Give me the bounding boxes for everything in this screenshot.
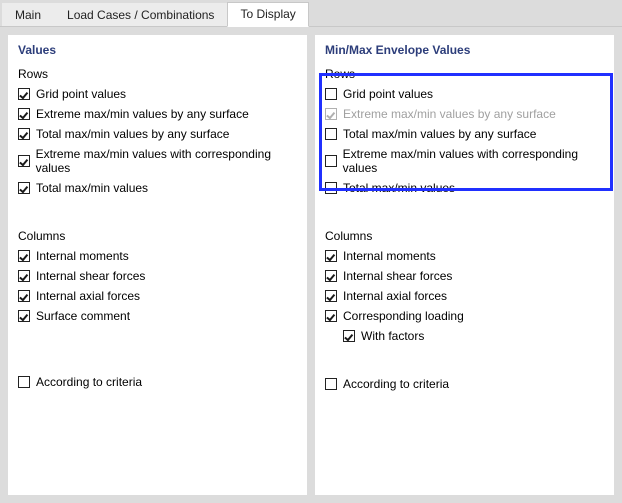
right-row-total-values-label: Total max/min values xyxy=(343,181,455,195)
left-row-extreme-corr[interactable]: Extreme max/min values with correspondin… xyxy=(18,147,297,175)
tab-to-display[interactable]: To Display xyxy=(227,2,308,27)
left-row-extreme-any-label: Extreme max/min values by any surface xyxy=(36,107,249,121)
tab-bar: Main Load Cases / Combinations To Displa… xyxy=(0,0,622,26)
checkbox-icon xyxy=(325,182,337,194)
checkbox-icon xyxy=(325,128,337,140)
right-col-axial-label: Internal axial forces xyxy=(343,289,447,303)
left-row-total-values-label: Total max/min values xyxy=(36,181,148,195)
columns-wrap: Values Rows Grid point values Extreme ma… xyxy=(8,35,614,495)
right-row-total-any[interactable]: Total max/min values by any surface xyxy=(325,127,604,141)
checkbox-icon xyxy=(325,88,337,100)
checkbox-icon xyxy=(325,108,337,120)
left-criteria-label: According to criteria xyxy=(36,375,142,389)
checkbox-icon xyxy=(18,376,30,388)
checkbox-icon xyxy=(18,310,30,322)
left-col-comment-label: Surface comment xyxy=(36,309,130,323)
left-row-total-any-label: Total max/min values by any surface xyxy=(36,127,229,141)
checkbox-icon xyxy=(18,128,30,140)
right-row-grid-point-label: Grid point values xyxy=(343,87,433,101)
right-col-moments[interactable]: Internal moments xyxy=(325,249,604,263)
left-row-extreme-corr-label: Extreme max/min values with correspondin… xyxy=(36,147,297,175)
window-root: Main Load Cases / Combinations To Displa… xyxy=(0,0,622,503)
left-col-comment[interactable]: Surface comment xyxy=(18,309,297,323)
right-col-with-factors[interactable]: With factors xyxy=(343,329,604,343)
left-row-grid-point[interactable]: Grid point values xyxy=(18,87,297,101)
checkbox-icon xyxy=(18,290,30,302)
left-col-shear-label: Internal shear forces xyxy=(36,269,145,283)
panel-values-title: Values xyxy=(18,43,297,57)
panel-values: Values Rows Grid point values Extreme ma… xyxy=(8,35,307,495)
left-col-axial-label: Internal axial forces xyxy=(36,289,140,303)
left-col-shear[interactable]: Internal shear forces xyxy=(18,269,297,283)
checkbox-icon xyxy=(343,330,355,342)
right-col-axial[interactable]: Internal axial forces xyxy=(325,289,604,303)
right-col-moments-label: Internal moments xyxy=(343,249,436,263)
content-area: Values Rows Grid point values Extreme ma… xyxy=(0,26,622,503)
right-row-extreme-corr-label: Extreme max/min values with correspondin… xyxy=(343,147,604,175)
right-row-grid-point[interactable]: Grid point values xyxy=(325,87,604,101)
right-row-total-values[interactable]: Total max/min values xyxy=(325,181,604,195)
panel-envelope: Min/Max Envelope Values Rows Grid point … xyxy=(315,35,614,495)
right-row-extreme-any: Extreme max/min values by any surface xyxy=(325,107,604,121)
right-col-shear[interactable]: Internal shear forces xyxy=(325,269,604,283)
right-col-with-factors-label: With factors xyxy=(361,329,424,343)
panel-envelope-title: Min/Max Envelope Values xyxy=(325,43,604,57)
left-columns-label: Columns xyxy=(18,229,297,243)
checkbox-icon xyxy=(325,290,337,302)
left-row-total-values[interactable]: Total max/min values xyxy=(18,181,297,195)
right-row-total-any-label: Total max/min values by any surface xyxy=(343,127,536,141)
checkbox-icon xyxy=(325,378,337,390)
right-columns-label: Columns xyxy=(325,229,604,243)
right-row-extreme-corr[interactable]: Extreme max/min values with correspondin… xyxy=(325,147,604,175)
checkbox-icon xyxy=(325,155,337,167)
left-criteria[interactable]: According to criteria xyxy=(18,375,297,389)
checkbox-icon xyxy=(325,250,337,262)
right-col-corresponding-loading[interactable]: Corresponding loading xyxy=(325,309,604,323)
left-col-axial[interactable]: Internal axial forces xyxy=(18,289,297,303)
right-criteria[interactable]: According to criteria xyxy=(325,377,604,391)
checkbox-icon xyxy=(18,250,30,262)
left-row-total-any[interactable]: Total max/min values by any surface xyxy=(18,127,297,141)
left-row-grid-point-label: Grid point values xyxy=(36,87,126,101)
tab-main[interactable]: Main xyxy=(2,3,54,27)
checkbox-icon xyxy=(18,182,30,194)
right-row-extreme-any-label: Extreme max/min values by any surface xyxy=(343,107,556,121)
left-row-extreme-any[interactable]: Extreme max/min values by any surface xyxy=(18,107,297,121)
checkbox-icon xyxy=(18,270,30,282)
right-criteria-label: According to criteria xyxy=(343,377,449,391)
checkbox-icon xyxy=(18,155,30,167)
right-rows-label: Rows xyxy=(325,67,604,81)
left-rows-label: Rows xyxy=(18,67,297,81)
checkbox-icon xyxy=(325,310,337,322)
left-col-moments-label: Internal moments xyxy=(36,249,129,263)
checkbox-icon xyxy=(325,270,337,282)
checkbox-icon xyxy=(18,108,30,120)
tab-load-cases[interactable]: Load Cases / Combinations xyxy=(54,3,227,27)
right-col-corresponding-loading-label: Corresponding loading xyxy=(343,309,464,323)
left-col-moments[interactable]: Internal moments xyxy=(18,249,297,263)
right-col-shear-label: Internal shear forces xyxy=(343,269,452,283)
checkbox-icon xyxy=(18,88,30,100)
